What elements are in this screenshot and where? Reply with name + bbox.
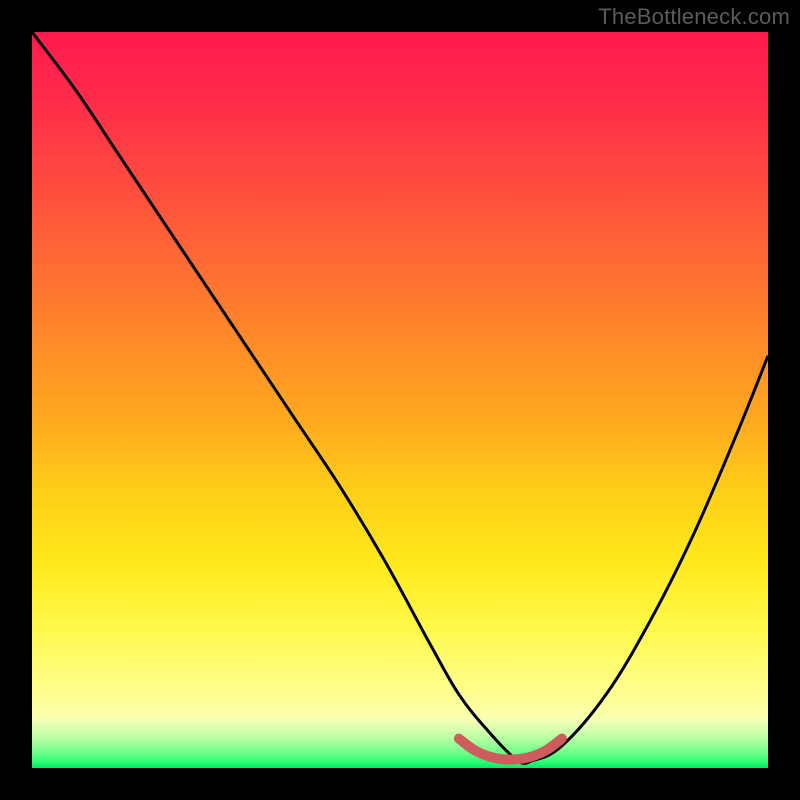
bottleneck-curve [32, 32, 768, 764]
plot-area [32, 32, 768, 768]
chart-frame: TheBottleneck.com [0, 0, 800, 800]
curve-layer [32, 32, 768, 768]
attribution-text: TheBottleneck.com [598, 4, 790, 30]
